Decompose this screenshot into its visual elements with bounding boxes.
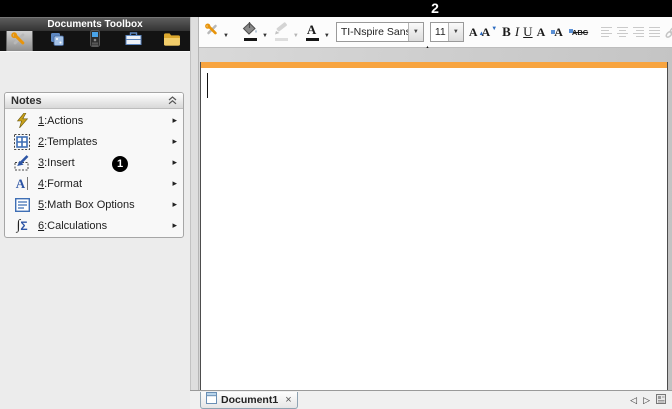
link-icon[interactable] bbox=[662, 20, 672, 44]
page-focus-bar bbox=[201, 62, 667, 68]
font-size-select[interactable]: 11 ▼ bbox=[430, 22, 464, 42]
document-tab-label: Document1 bbox=[221, 394, 278, 406]
tab-page-sorter[interactable] bbox=[44, 31, 71, 51]
utilities-icon bbox=[125, 31, 142, 51]
tab-utilities[interactable] bbox=[120, 31, 147, 51]
fill-color-button[interactable] bbox=[240, 20, 261, 44]
folder-icon bbox=[163, 32, 180, 51]
strikethrough-button[interactable]: ABC bbox=[570, 20, 590, 44]
bold-button[interactable]: B bbox=[500, 20, 513, 44]
templates-grid-icon bbox=[12, 133, 32, 150]
math-box-icon bbox=[12, 196, 32, 213]
page-sorter-view-icon[interactable] bbox=[656, 391, 666, 409]
menu-item-label: 2:Templates bbox=[38, 136, 172, 148]
font-family-select[interactable]: TI-Nspire Sans ▼ bbox=[336, 22, 424, 42]
submenu-arrow-icon: ▸ bbox=[172, 220, 177, 231]
font-color-icon: A bbox=[304, 22, 321, 43]
format-text-icon: A bbox=[12, 175, 32, 192]
align-center-icon[interactable] bbox=[617, 27, 628, 37]
menu-item-label: 1:Actions bbox=[38, 115, 172, 127]
submenu-arrow-icon: ▸ bbox=[172, 199, 177, 210]
menu-item-label: 6:Calculations bbox=[38, 220, 172, 232]
chevron-double-up-icon[interactable] bbox=[168, 92, 177, 110]
insert-icon bbox=[12, 154, 32, 171]
menu-item-actions[interactable]: 1:Actions ▸ bbox=[5, 110, 183, 131]
lightning-icon bbox=[12, 112, 32, 129]
chevron-down-icon[interactable]: ▼ bbox=[448, 23, 463, 41]
top-strip: 2 bbox=[0, 0, 672, 17]
tab-smartview[interactable] bbox=[82, 31, 109, 51]
notes-menu-header[interactable]: Notes bbox=[5, 93, 183, 109]
menu-item-label: 4:Format bbox=[38, 178, 172, 190]
callout-1: 1 bbox=[112, 156, 128, 172]
highlighter-icon bbox=[273, 22, 290, 43]
tools-icon bbox=[204, 22, 220, 42]
dropdown-caret-icon[interactable]: ▼ bbox=[293, 33, 299, 39]
document-tools-button[interactable] bbox=[202, 20, 222, 44]
decrease-font-button[interactable]: A ▼ bbox=[479, 20, 492, 44]
tools-icon bbox=[10, 31, 28, 52]
document-tab[interactable]: Document1 × bbox=[200, 392, 298, 409]
fill-color-swatch bbox=[244, 38, 257, 41]
menu-item-templates[interactable]: 2:Templates ▸ bbox=[5, 131, 183, 152]
close-icon[interactable]: × bbox=[285, 394, 291, 406]
align-right-icon[interactable] bbox=[633, 27, 644, 37]
menu-item-format[interactable]: A 4:Format ▸ bbox=[5, 173, 183, 194]
subscript-mark-icon bbox=[569, 29, 573, 33]
tab-content-explorer[interactable] bbox=[158, 31, 185, 51]
notes-title: Notes bbox=[11, 95, 168, 107]
increase-font-button[interactable]: A ▲ bbox=[467, 20, 480, 44]
notes-menu: Notes 1:Actions ▸ bbox=[4, 92, 184, 238]
align-left-icon[interactable] bbox=[601, 27, 612, 37]
pages-icon bbox=[49, 31, 65, 52]
submenu-arrow-icon: ▸ bbox=[172, 136, 177, 147]
subscript-button[interactable]: A bbox=[552, 20, 570, 44]
font-family-value: TI-Nspire Sans bbox=[337, 26, 408, 38]
font-color-swatch bbox=[306, 38, 319, 41]
highlighter-button[interactable] bbox=[271, 20, 292, 44]
page-navigation: ◁ ▷ bbox=[630, 391, 666, 409]
document-tab-bar: Document1 × ◁ ▷ bbox=[190, 390, 672, 409]
menu-item-label: 3:Insert bbox=[38, 157, 172, 169]
dropdown-caret-icon[interactable]: ▼ bbox=[324, 33, 330, 39]
align-justify-icon[interactable] bbox=[649, 27, 660, 37]
dropdown-caret-icon[interactable]: ▼ bbox=[262, 33, 268, 39]
text-cursor bbox=[207, 73, 208, 98]
tab-document-tools[interactable] bbox=[6, 31, 33, 51]
callout-2: 2 bbox=[425, 0, 445, 17]
font-color-button[interactable]: A bbox=[302, 20, 323, 44]
italic-button[interactable]: I bbox=[513, 20, 521, 44]
submenu-arrow-icon: ▸ bbox=[172, 115, 177, 126]
menu-item-insert[interactable]: 3:Insert ▸ bbox=[5, 152, 183, 173]
handheld-icon bbox=[90, 30, 100, 52]
toolbox-title: Documents Toolbox bbox=[0, 17, 190, 31]
superscript-button[interactable]: A bbox=[535, 20, 553, 44]
document-page[interactable] bbox=[200, 62, 668, 390]
menu-item-math-box-options[interactable]: 5:Math Box Options ▸ bbox=[5, 194, 183, 215]
highlighter-swatch bbox=[275, 38, 288, 41]
panel-splitter[interactable] bbox=[190, 17, 199, 390]
submenu-arrow-icon: ▸ bbox=[172, 178, 177, 189]
previous-page-icon[interactable]: ◁ bbox=[630, 395, 637, 406]
triangle-down-icon: ▼ bbox=[491, 26, 497, 32]
underline-button[interactable]: U bbox=[521, 20, 534, 44]
fill-color-icon bbox=[242, 22, 259, 43]
submenu-arrow-icon: ▸ bbox=[172, 157, 177, 168]
documents-toolbox-panel: Documents Toolbox bbox=[0, 17, 190, 409]
menu-item-label: 5:Math Box Options bbox=[38, 199, 172, 211]
menu-item-calculations[interactable]: ∫Σ 6:Calculations ▸ bbox=[5, 215, 183, 236]
toolbox-panel-body: Notes 1:Actions ▸ bbox=[0, 51, 190, 409]
dropdown-caret-icon[interactable]: ▼ bbox=[223, 33, 229, 39]
toolbox-tab-strip bbox=[0, 31, 190, 51]
document-icon bbox=[206, 391, 217, 409]
font-size-value: 11 bbox=[431, 26, 448, 38]
formatting-toolbar: ▼ ▼ ▼ A bbox=[199, 17, 672, 48]
chevron-down-icon[interactable]: ▼ bbox=[408, 23, 423, 41]
calculations-icon: ∫Σ bbox=[12, 217, 32, 234]
tinspire-window: 2 Documents Toolbox bbox=[0, 0, 672, 409]
next-page-icon[interactable]: ▷ bbox=[643, 395, 650, 406]
